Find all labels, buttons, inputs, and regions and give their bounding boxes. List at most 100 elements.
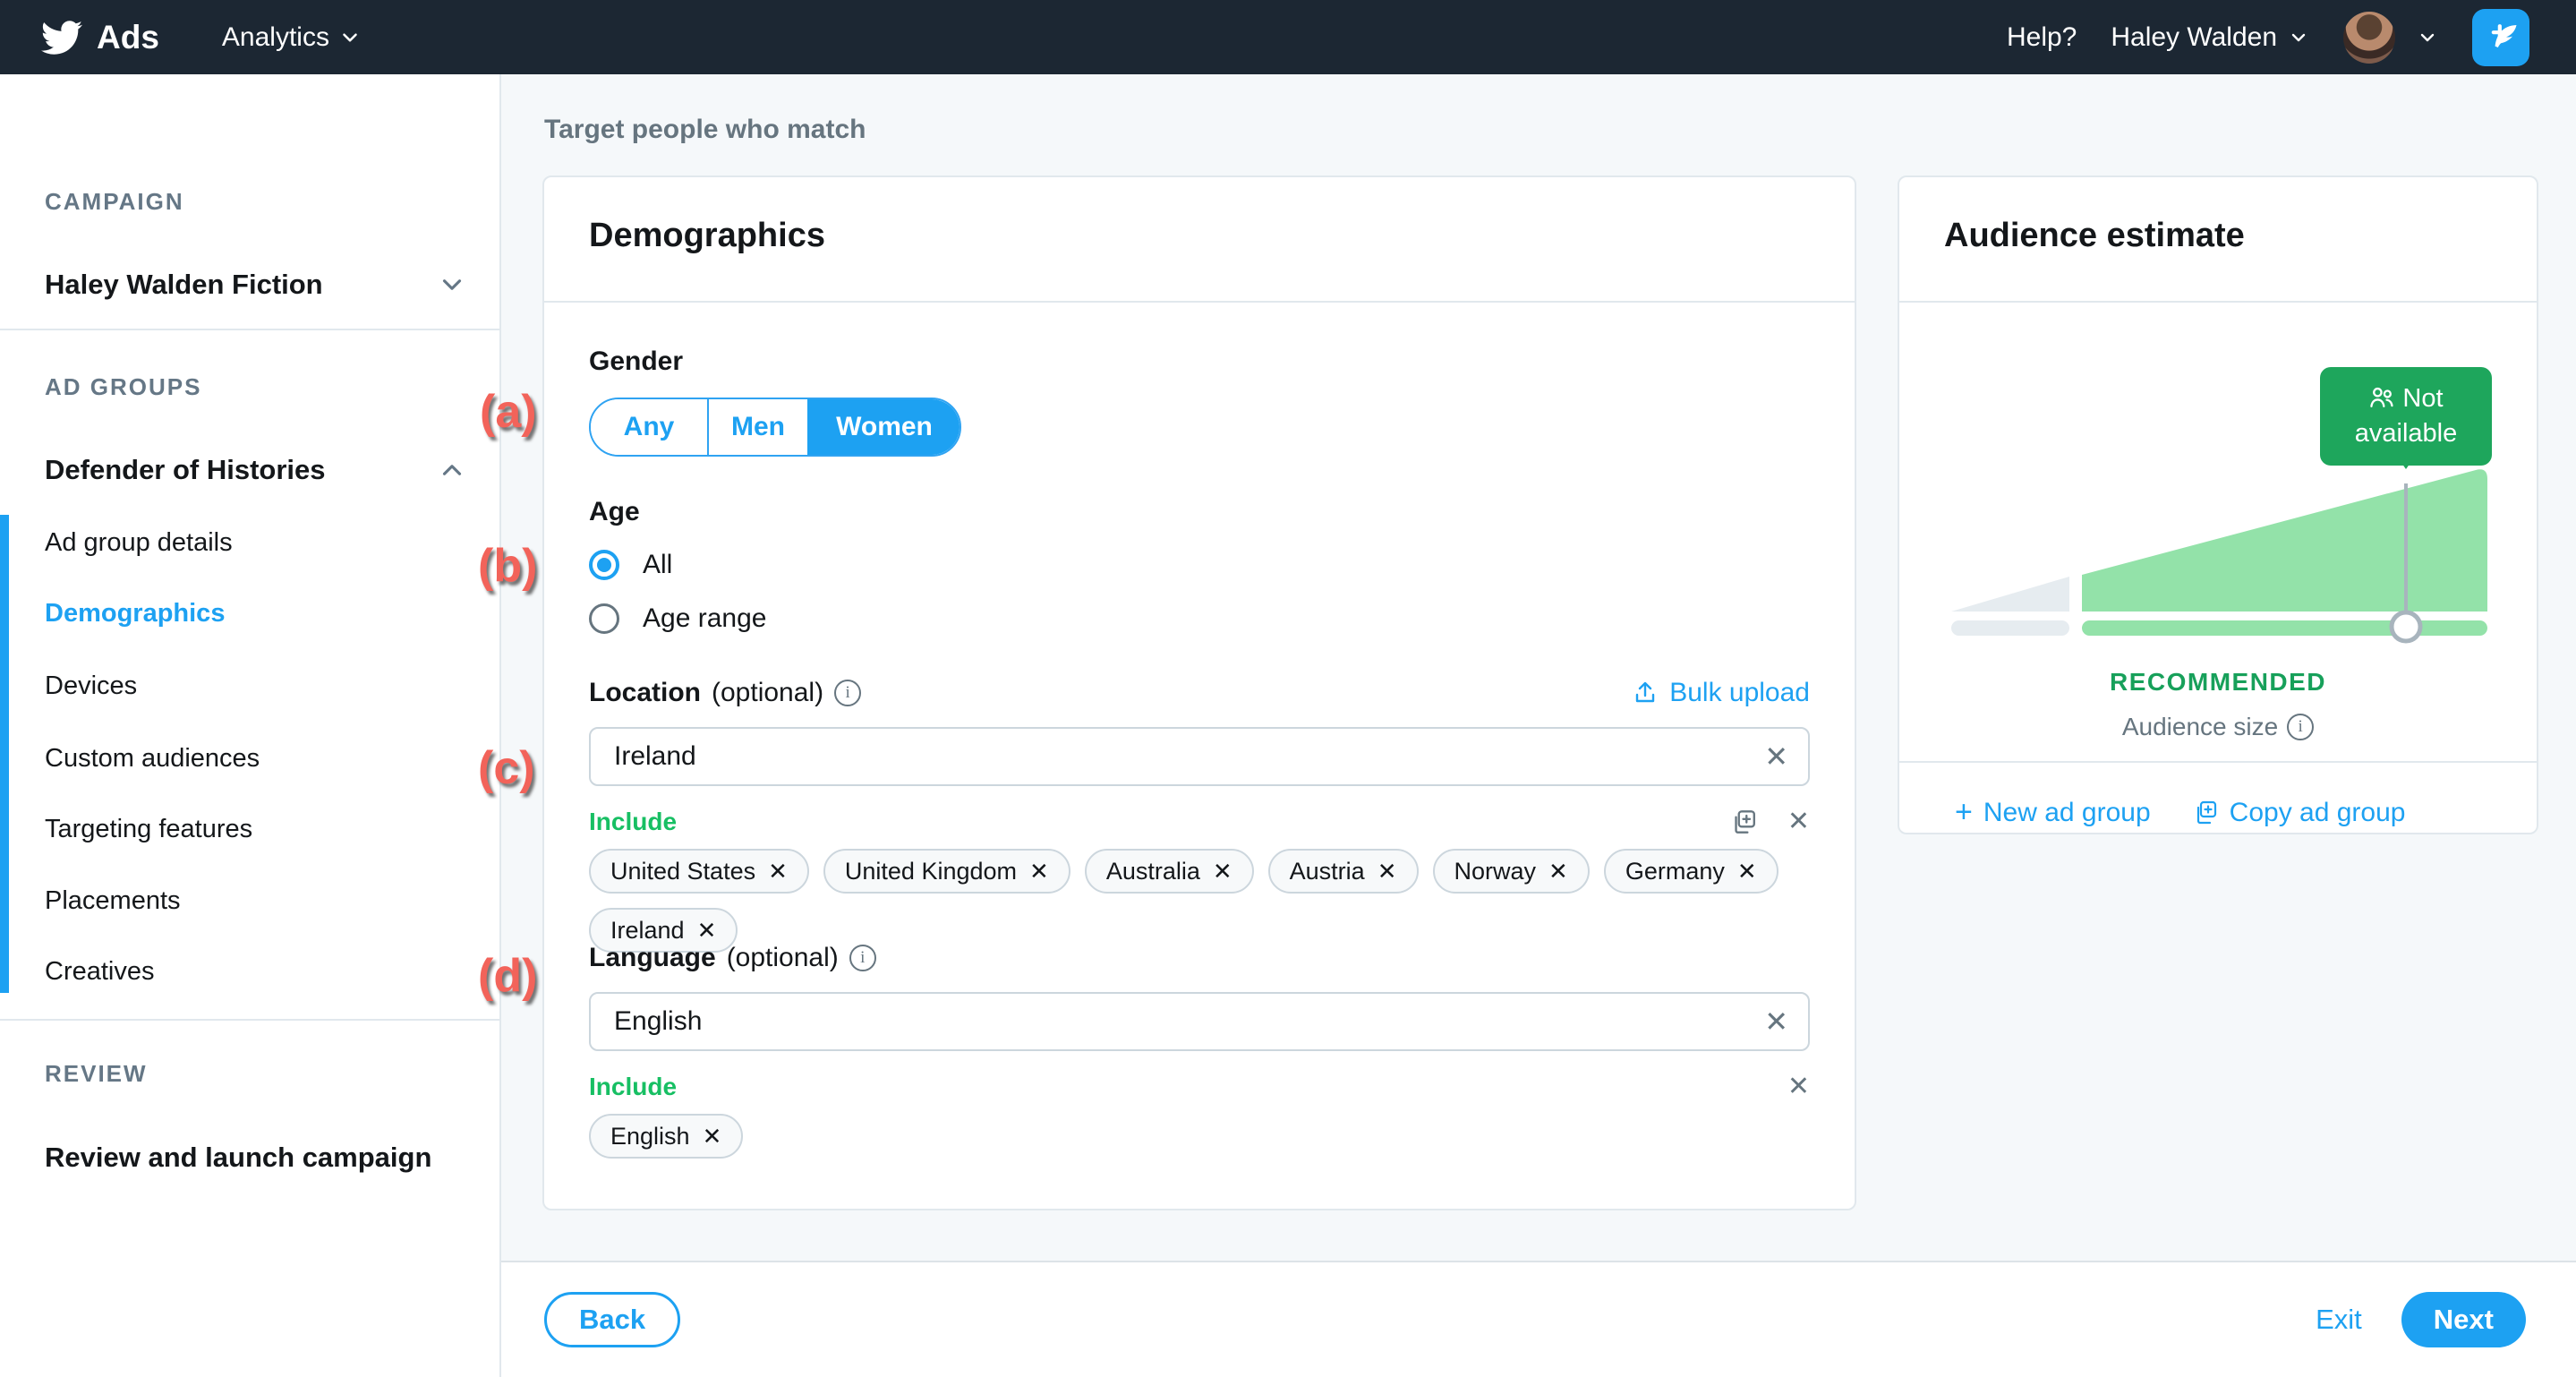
language-label-row: Language (optional) <box>589 943 1810 973</box>
include-label: Include <box>589 1073 677 1101</box>
location-optional-label: (optional) <box>712 678 823 708</box>
gender-option-any[interactable]: Any <box>591 399 707 455</box>
chip-remove-icon[interactable]: ✕ <box>1548 860 1568 883</box>
chip-label: Australia <box>1106 858 1200 885</box>
exit-link[interactable]: Exit <box>2316 1304 2362 1336</box>
clear-input-icon[interactable]: ✕ <box>1764 1007 1788 1036</box>
location-input[interactable] <box>589 727 1810 786</box>
bulk-upload-link[interactable]: Bulk upload <box>1632 678 1810 708</box>
ad-groups-header-label: AD GROUPS <box>45 373 201 401</box>
active-section-bar <box>0 515 9 993</box>
plus-icon: + <box>1955 795 1973 830</box>
gender-label: Gender <box>589 346 683 376</box>
back-button[interactable]: Back <box>544 1292 680 1347</box>
sidebar-item-devices[interactable]: Devices <box>45 668 467 704</box>
gender-label-row: Gender <box>589 346 1810 377</box>
chip-label: English <box>610 1123 690 1150</box>
chip-remove-icon[interactable]: ✕ <box>1213 860 1233 883</box>
sidebar-item-ad-group-details[interactable]: Ad group details <box>45 525 467 560</box>
location-chips: United States✕ United Kingdom✕ Australia… <box>589 849 1810 953</box>
language-input[interactable] <box>589 992 1810 1051</box>
campaign-header-label: CAMPAIGN <box>45 188 184 216</box>
copy-targeting-icon[interactable] <box>1728 808 1757 836</box>
copy-ad-group-link[interactable]: Copy ad group <box>2192 798 2406 828</box>
sidebar-item-label: Ad group details <box>45 528 233 558</box>
age-option-all[interactable]: All <box>589 547 1810 583</box>
card-divider <box>1899 301 2537 303</box>
ad-group-selector[interactable]: Defender of Histories <box>45 452 467 488</box>
chevron-down-icon <box>338 26 362 49</box>
review-header-label: REVIEW <box>45 1060 148 1088</box>
sidebar-item-custom-audiences[interactable]: Custom audiences <box>45 740 467 776</box>
review-item-label: Review and launch campaign <box>45 1142 431 1174</box>
chip-remove-icon[interactable]: ✕ <box>768 860 788 883</box>
radio-selected-icon[interactable] <box>589 550 619 580</box>
chevron-down-icon <box>2288 27 2309 48</box>
sidebar: CAMPAIGN Haley Walden Fiction AD GROUPS … <box>0 74 501 1377</box>
chevron-up-icon[interactable] <box>437 455 467 485</box>
brand[interactable]: Ads <box>41 17 159 58</box>
demographics-card: Demographics Gender Any Men Women Age Al… <box>542 175 1856 1210</box>
audience-size-row: Audience size <box>1899 713 2537 741</box>
sidebar-item-label: Devices <box>45 671 137 701</box>
sidebar-item-label: Custom audiences <box>45 744 260 774</box>
sidebar-item-creatives[interactable]: Creatives <box>45 954 467 989</box>
twitter-bird-icon <box>41 17 82 58</box>
sidebar-divider <box>0 1019 499 1021</box>
age-label-row: Age <box>589 497 1810 527</box>
bulk-upload-label: Bulk upload <box>1669 678 1810 708</box>
info-icon[interactable] <box>834 680 861 706</box>
language-input-wrap: ✕ <box>589 992 1810 1051</box>
location-label-row: Location (optional) Bulk upload <box>589 678 1810 708</box>
avatar[interactable] <box>2343 12 2395 64</box>
age-option-range[interactable]: Age range <box>589 601 1810 637</box>
sidebar-item-demographics[interactable]: Demographics <box>45 595 467 631</box>
gender-segmented-control: Any Men Women <box>589 398 961 457</box>
slider-handle[interactable] <box>2392 612 2420 641</box>
help-link[interactable]: Help? <box>2007 22 2077 53</box>
nav-analytics[interactable]: Analytics <box>222 22 362 53</box>
chip-germany: Germany✕ <box>1604 849 1778 894</box>
recommended-label: RECOMMENDED <box>1899 668 2537 697</box>
new-ad-group-link[interactable]: + New ad group <box>1955 795 2151 830</box>
age-label: Age <box>589 497 640 526</box>
footer-bar: Back Exit Next <box>501 1261 2576 1377</box>
ad-group-name: Defender of Histories <box>45 454 326 486</box>
sidebar-item-placements[interactable]: Placements <box>45 883 467 919</box>
clear-input-icon[interactable]: ✕ <box>1764 742 1788 771</box>
chip-remove-icon[interactable]: ✕ <box>703 1125 722 1148</box>
nav-analytics-label: Analytics <box>222 22 329 53</box>
chip-label: Norway <box>1454 858 1537 885</box>
radio-unselected-icon[interactable] <box>589 603 619 634</box>
info-icon[interactable] <box>2287 714 2314 740</box>
language-optional-label: (optional) <box>727 943 839 973</box>
chip-remove-icon[interactable]: ✕ <box>697 919 717 942</box>
campaign-section-header: CAMPAIGN <box>45 184 467 219</box>
language-include-row: Include ✕ <box>589 1069 1810 1105</box>
chip-label: United Kingdom <box>845 858 1017 885</box>
ad-group-actions: + New ad group Copy ad group <box>1955 795 2405 830</box>
remove-include-icon[interactable]: ✕ <box>1787 808 1810 835</box>
info-icon[interactable] <box>849 945 876 971</box>
sidebar-item-label: Targeting features <box>45 815 252 844</box>
chip-remove-icon[interactable]: ✕ <box>1378 860 1397 883</box>
campaign-selector[interactable]: Haley Walden Fiction <box>45 267 467 303</box>
brand-name: Ads <box>97 19 159 56</box>
sidebar-item-review-launch[interactable]: Review and launch campaign <box>45 1140 467 1176</box>
copy-ad-group-label: Copy ad group <box>2230 798 2406 828</box>
gender-option-women[interactable]: Women <box>807 398 961 457</box>
chevron-down-icon[interactable] <box>437 269 467 300</box>
chip-remove-icon[interactable]: ✕ <box>1029 860 1049 883</box>
compose-tweet-button[interactable] <box>2472 9 2529 66</box>
user-menu[interactable]: Haley Walden <box>2111 22 2309 53</box>
card-title: Demographics <box>589 217 825 255</box>
chevron-down-icon[interactable] <box>2417 27 2438 48</box>
next-button[interactable]: Next <box>2401 1292 2526 1347</box>
sidebar-item-label: Demographics <box>45 599 225 629</box>
page-title: Target people who match <box>544 115 866 145</box>
chip-remove-icon[interactable]: ✕ <box>1737 860 1757 883</box>
sidebar-item-targeting-features[interactable]: Targeting features <box>45 811 467 847</box>
gender-option-men[interactable]: Men <box>707 399 807 455</box>
annotation-d: (d) <box>478 949 537 1003</box>
remove-include-icon[interactable]: ✕ <box>1787 1073 1810 1100</box>
